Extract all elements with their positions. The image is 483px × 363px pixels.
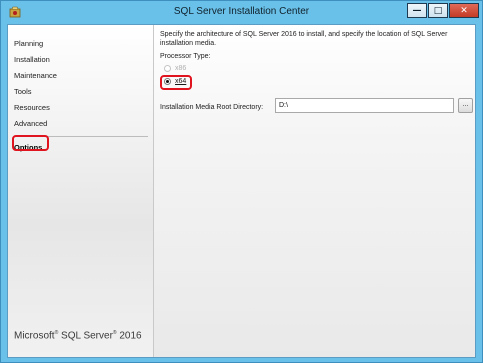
media-root-label: Installation Media Root Directory: <box>160 104 264 111</box>
radio-label-x86: x86 <box>175 65 187 72</box>
radio-x86[interactable]: x86 <box>164 65 186 72</box>
sidebar-item-installation[interactable]: Installation <box>14 52 146 68</box>
brand-product: SQL Server <box>58 330 113 341</box>
close-button[interactable]: ✕ <box>449 3 479 18</box>
installation-center-window: SQL Server Installation Center — □ ✕ Pla… <box>0 0 483 363</box>
browse-button[interactable]: ... <box>458 98 473 113</box>
options-highlight-outline <box>12 135 49 151</box>
product-brand-logo: Microsoft® SQL Server® 2016 <box>14 330 142 341</box>
sidebar-item-maintenance[interactable]: Maintenance <box>14 68 146 84</box>
sidebar-item-resources[interactable]: Resources <box>14 100 146 116</box>
title-bar[interactable]: SQL Server Installation Center — □ ✕ <box>1 1 482 23</box>
maximize-button[interactable]: □ <box>428 3 448 18</box>
brand-year: 2016 <box>116 330 142 341</box>
minimize-button[interactable]: — <box>407 3 427 18</box>
x64-highlight-outline <box>160 75 192 90</box>
client-area: Planning Installation Maintenance Tools … <box>7 24 476 358</box>
sidebar-item-tools[interactable]: Tools <box>14 84 146 100</box>
options-description: Specify the architecture of SQL Server 2… <box>160 31 448 47</box>
sidebar-item-advanced[interactable]: Advanced <box>14 116 146 132</box>
media-root-input[interactable] <box>275 98 454 113</box>
options-panel: Specify the architecture of SQL Server 2… <box>154 25 475 357</box>
sidebar-item-planning[interactable]: Planning <box>14 36 146 52</box>
processor-type-label: Processor Type: <box>160 53 211 60</box>
brand-name: Microsoft <box>14 330 55 341</box>
sidebar: Planning Installation Maintenance Tools … <box>8 25 154 357</box>
radio-button-x86[interactable] <box>164 65 171 72</box>
